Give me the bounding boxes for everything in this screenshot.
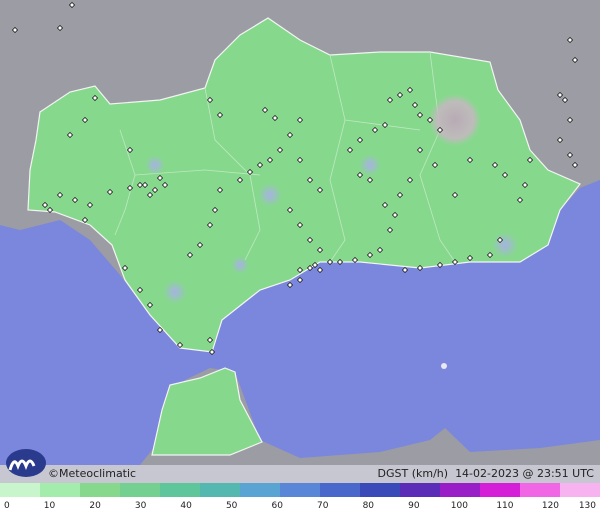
timestamp: 14-02-2023 @ 23:51 UTC (455, 467, 594, 480)
scale-segment (320, 483, 361, 497)
scale-tick-label: 110 (496, 501, 513, 511)
scale-tick-label: 100 (451, 501, 468, 511)
scale-segment (440, 483, 481, 497)
scale-tick-label: 50 (226, 501, 238, 511)
scale-tick-label: 0 (4, 501, 10, 511)
scale-segment (40, 483, 81, 497)
color-scale: 0 10 20 30 40 50 60 70 80 90 100 110 120 130 (0, 483, 600, 517)
islet-marker (441, 363, 447, 369)
scale-segment (120, 483, 161, 497)
scale-tick-label: 10 (44, 501, 56, 511)
variable-label: DGST (km/h) (377, 467, 449, 480)
scale-tick-label: 120 (542, 501, 559, 511)
scale-tick-label: 20 (89, 501, 101, 511)
scale-segment (560, 483, 600, 497)
scale-tick-label: 80 (363, 501, 375, 511)
meteoclimatic-logo-icon (6, 449, 46, 477)
scale-tick-label: 90 (408, 501, 420, 511)
scale-tick-label: 30 (135, 501, 147, 511)
gust-map (0, 0, 600, 483)
scale-segment (160, 483, 201, 497)
map-stamp: DGST (km/h) 14-02-2023 @ 23:51 UTC (378, 467, 594, 480)
scale-segment (80, 483, 121, 497)
scale-tick-label: 60 (272, 501, 284, 511)
scale-segment (240, 483, 281, 497)
scale-segment (200, 483, 241, 497)
scale-tick-label: 130 (579, 501, 596, 511)
scale-segment (360, 483, 401, 497)
scale-tick-label: 70 (317, 501, 329, 511)
brand-label: ©Meteoclimatic (48, 467, 136, 480)
scale-segment (280, 483, 321, 497)
scale-segment (520, 483, 561, 497)
scale-segment (480, 483, 521, 497)
brand-name: Meteoclimatic (59, 467, 137, 480)
scale-tick-label: 40 (180, 501, 192, 511)
scale-segment (400, 483, 441, 497)
scale-segment (0, 483, 41, 497)
copyright-symbol: © (48, 467, 59, 480)
